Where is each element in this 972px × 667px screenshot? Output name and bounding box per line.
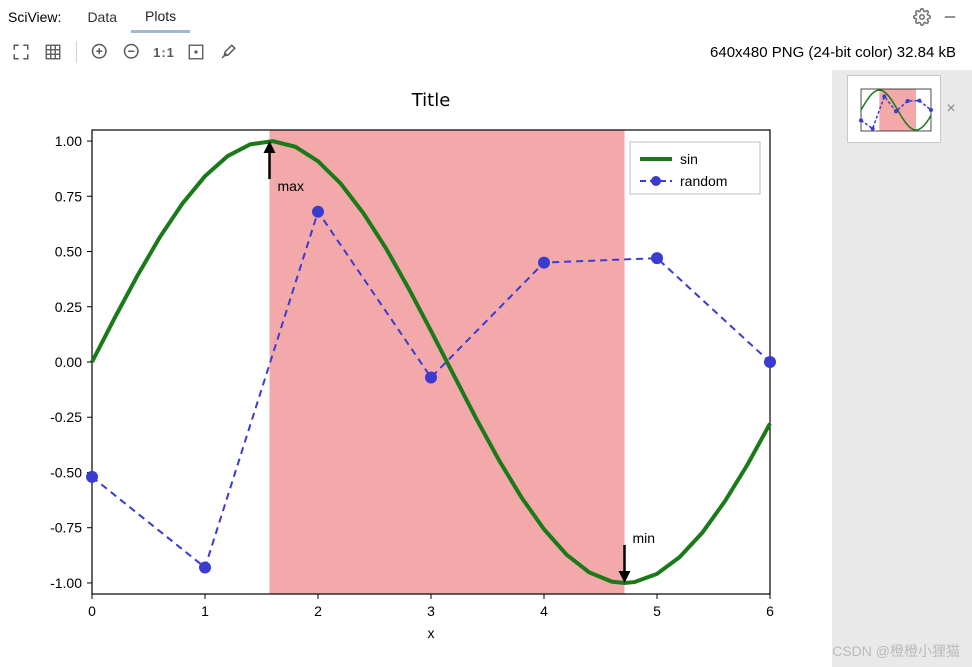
- close-icon[interactable]: ×: [946, 100, 955, 118]
- svg-text:1: 1: [201, 603, 209, 619]
- svg-text:x: x: [428, 625, 435, 641]
- svg-text:1.00: 1.00: [55, 133, 82, 149]
- svg-text:-0.75: -0.75: [50, 520, 82, 536]
- svg-text:4: 4: [540, 603, 548, 619]
- svg-text:0.50: 0.50: [55, 244, 82, 260]
- grid-icon[interactable]: [38, 37, 68, 67]
- svg-text:6: 6: [766, 603, 774, 619]
- svg-text:2: 2: [314, 603, 322, 619]
- minimize-icon[interactable]: [936, 3, 964, 31]
- svg-text:0.25: 0.25: [55, 299, 82, 315]
- svg-text:max: max: [278, 178, 304, 194]
- separator: [76, 41, 77, 63]
- fullscreen-icon[interactable]: [181, 37, 211, 67]
- sciview-label: SciView:: [8, 9, 61, 25]
- svg-text:0.00: 0.00: [55, 354, 82, 370]
- svg-text:-0.50: -0.50: [50, 464, 82, 480]
- svg-text:sin: sin: [680, 151, 698, 167]
- fit-icon[interactable]: [6, 37, 36, 67]
- svg-text:3: 3: [427, 603, 435, 619]
- plot-canvas[interactable]: Title 0 1 2 3 4 5 6 x -1.00 -0.75 -0.50 -0.25 0.00 0.2…: [4, 78, 808, 648]
- svg-text:Title: Title: [411, 90, 451, 111]
- tab-plots[interactable]: Plots: [131, 2, 190, 33]
- one-to-one-button[interactable]: 1:1: [149, 45, 179, 60]
- svg-text:random: random: [680, 173, 727, 189]
- image-status: 640x480 PNG (24-bit color) 32.84 kB: [245, 44, 966, 61]
- svg-text:-1.00: -1.00: [50, 575, 82, 591]
- svg-text:-0.25: -0.25: [50, 409, 82, 425]
- gear-icon[interactable]: [908, 3, 936, 31]
- plot-thumbnail[interactable]: [848, 76, 940, 142]
- zoom-out-icon[interactable]: [117, 37, 147, 67]
- svg-text:0: 0: [88, 603, 96, 619]
- zoom-in-icon[interactable]: [85, 37, 115, 67]
- svg-text:5: 5: [653, 603, 661, 619]
- tab-data[interactable]: Data: [73, 3, 131, 31]
- svg-text:min: min: [633, 530, 656, 546]
- svg-text:0.75: 0.75: [55, 188, 82, 204]
- color-picker-icon[interactable]: [213, 37, 243, 67]
- thumbnail-panel: ×: [832, 70, 972, 667]
